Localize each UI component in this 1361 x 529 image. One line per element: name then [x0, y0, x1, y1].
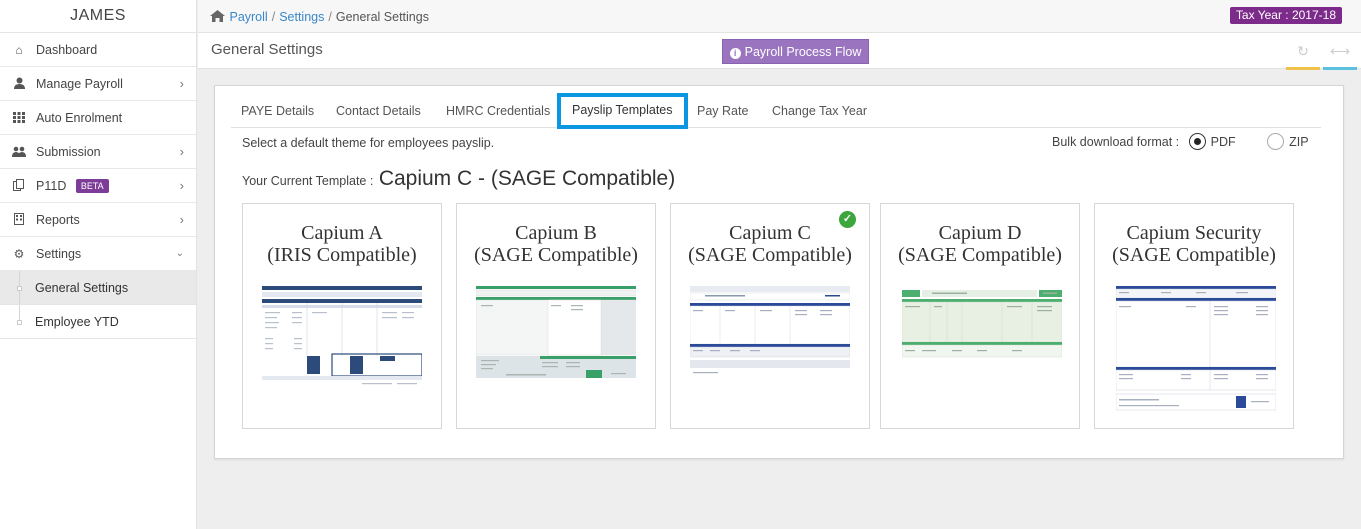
payslip-preview-thumbnail — [690, 286, 850, 376]
template-name-line2: (SAGE Compatible) — [688, 244, 852, 266]
template-name-line1: Capium D — [938, 222, 1022, 244]
chevron-down-icon: ⌄ — [175, 248, 184, 259]
template-card-capium-c[interactable]: ✓ Capium C (SAGE Compatible) — [670, 203, 870, 429]
pdf-label: PDF — [1210, 135, 1236, 149]
zip-radio[interactable] — [1267, 133, 1285, 150]
sidebar-subitem-general-settings[interactable]: General Settings — [0, 271, 196, 305]
sidebar-item-label: Dashboard — [36, 43, 98, 57]
payslip-preview-thumbnail — [902, 286, 1062, 361]
template-name: Capium Security (SAGE Compatible) — [1095, 222, 1293, 266]
home-icon: ⌂ — [15, 43, 23, 57]
refresh-icon[interactable]: ↻ — [1286, 40, 1320, 70]
current-template: Your Current Template : Capium C - (SAGE… — [242, 167, 675, 191]
template-name-line2: (SAGE Compatible) — [1112, 244, 1276, 266]
expand-icon[interactable]: ⟷ — [1323, 40, 1357, 70]
breadcrumb-separator: / — [328, 10, 332, 24]
sidebar-item-submission[interactable]: Submission › — [0, 135, 196, 169]
sidebar-item-manage-payroll[interactable]: Manage Payroll › — [0, 67, 196, 101]
sidebar-item-p11d[interactable]: P11D BETA › — [0, 169, 196, 203]
pdf-radio[interactable] — [1188, 133, 1206, 150]
chevron-right-icon: › — [179, 178, 184, 193]
sidebar-item-dashboard[interactable]: ⌂ Dashboard — [0, 33, 196, 67]
tab-hmrc-credentials[interactable]: HMRC Credentials — [446, 95, 550, 127]
sidebar-item-auto-enrolment[interactable]: Auto Enrolment — [0, 101, 196, 135]
payslip-preview-thumbnail — [476, 286, 636, 386]
bulk-download-format: Bulk download format : PDF ZIP — [1052, 133, 1331, 150]
template-name-line2: (SAGE Compatible) — [474, 244, 638, 266]
bulk-download-label: Bulk download format : — [1052, 135, 1180, 149]
template-name: Capium B (SAGE Compatible) — [457, 222, 655, 266]
home-icon[interactable] — [210, 8, 226, 24]
template-card-capium-security[interactable]: Capium Security (SAGE Compatible) — [1094, 203, 1294, 429]
tab-change-tax-year[interactable]: Change Tax Year — [772, 95, 867, 127]
beta-badge: BETA — [75, 179, 109, 193]
helper-text: Select a default theme for employees pay… — [242, 136, 495, 150]
sidebar-item-label: Auto Enrolment — [36, 111, 123, 125]
breadcrumb-payroll[interactable]: Payroll — [229, 10, 267, 24]
breadcrumb-current: General Settings — [335, 10, 429, 24]
gear-icon: ⚙ — [13, 247, 25, 261]
sidebar-subitem-label: General Settings — [35, 281, 129, 295]
settings-card: PAYE Details Contact Details HMRC Creden… — [214, 85, 1344, 459]
tab-contact-details[interactable]: Contact Details — [336, 95, 421, 127]
template-card-capium-d[interactable]: Capium D (SAGE Compatible) — [880, 203, 1080, 429]
current-template-name: Capium C - (SAGE Compatible) — [378, 167, 676, 190]
page-header: General Settings i Payroll Process Flow ↻… — [198, 33, 1361, 70]
template-card-capium-a[interactable]: Capium A (IRIS Compatible) — [242, 203, 442, 429]
sidebar-item-label: Manage Payroll — [36, 77, 123, 91]
tree-dot — [17, 286, 22, 291]
users-icon — [12, 135, 26, 169]
sidebar-item-label: Submission — [36, 145, 101, 159]
sidebar-subitem-employee-ytd[interactable]: Employee YTD — [0, 305, 196, 339]
tab-paye-details[interactable]: PAYE Details — [241, 95, 314, 127]
template-name: Capium D (SAGE Compatible) — [881, 222, 1079, 266]
sidebar-subitem-label: Employee YTD — [35, 315, 119, 329]
settings-tabs: PAYE Details Contact Details HMRC Creden… — [231, 93, 1321, 129]
current-template-label: Your Current Template : — [242, 174, 374, 188]
payslip-preview-thumbnail — [1116, 286, 1276, 421]
sidebar-item-label: Settings — [36, 247, 82, 261]
tree-dot — [17, 320, 22, 325]
tab-payslip-templates[interactable]: Payslip Templates — [557, 93, 688, 129]
breadcrumb-settings[interactable]: Settings — [279, 10, 324, 24]
sidebar-item-reports[interactable]: Reports › — [0, 203, 196, 237]
tax-year-badge: Tax Year : 2017-18 — [1229, 7, 1342, 24]
grid-icon — [12, 101, 26, 135]
template-name-line2: (SAGE Compatible) — [898, 244, 1062, 266]
info-icon: i — [729, 48, 741, 59]
chevron-right-icon: › — [179, 212, 184, 227]
tree-line — [19, 305, 20, 321]
chevron-right-icon: › — [179, 76, 184, 91]
top-bar: Payroll / Settings / General Settings Tax Ye… — [198, 0, 1361, 33]
template-name-line1: Capium A — [301, 222, 383, 244]
user-name: JAMES — [0, 0, 196, 33]
sidebar-item-label: P11D — [36, 179, 67, 193]
sidebar: JAMES ⌂ Dashboard Manage Payroll › Auto … — [0, 0, 197, 529]
sidebar-item-settings[interactable]: ⚙ Settings ⌄ — [0, 237, 196, 271]
template-name-line2: (IRIS Compatible) — [267, 244, 417, 266]
template-name-line1: Capium Security — [1126, 222, 1262, 244]
template-name-line1: Capium C — [729, 222, 811, 244]
zip-label: ZIP — [1289, 135, 1309, 149]
template-card-capium-b[interactable]: Capium B (SAGE Compatible) — [456, 203, 656, 429]
template-name-line1: Capium B — [515, 222, 597, 244]
breadcrumb-separator: / — [271, 10, 276, 24]
payslip-preview-thumbnail — [262, 286, 422, 391]
building-icon — [12, 203, 26, 237]
payroll-process-flow-button[interactable]: i Payroll Process Flow — [722, 39, 869, 64]
tab-pay-rate[interactable]: Pay Rate — [697, 95, 748, 127]
template-name: Capium A (IRIS Compatible) — [243, 222, 441, 266]
template-name: Capium C (SAGE Compatible) — [671, 222, 869, 266]
sidebar-item-label: Reports — [36, 213, 80, 227]
chevron-right-icon: › — [179, 144, 184, 159]
flow-button-label: Payroll Process Flow — [744, 45, 862, 59]
breadcrumb: Payroll / Settings / General Settings — [210, 8, 429, 24]
page-title: General Settings — [211, 41, 323, 58]
copy-icon — [12, 169, 26, 203]
user-icon — [12, 67, 26, 101]
